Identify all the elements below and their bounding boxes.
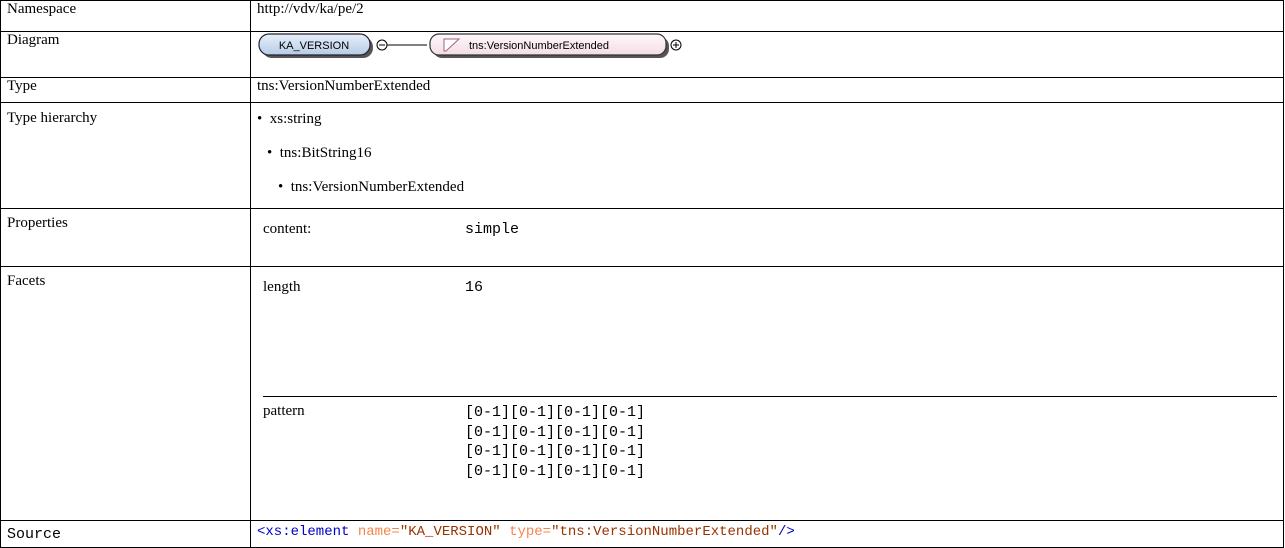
source-attr-value: "KA_VERSION" (399, 524, 501, 540)
source-close-tag: /> (777, 524, 795, 540)
hierarchy-item-0: xs:string (269, 111, 322, 127)
pattern-line: [0-1][0-1][0-1][0-1] (465, 462, 646, 480)
type-row: Type tns:VersionNumberExtended (0, 77, 1284, 103)
facets-table: length 16 pattern [0-1][0-1][0-1][0-1] [… (263, 279, 1277, 520)
type-label: Type (0, 77, 251, 103)
pattern-line: [0-1][0-1][0-1][0-1] (465, 404, 646, 421)
facets-label: Facets (0, 266, 251, 521)
hierarchy-item: • xs:string (257, 111, 322, 127)
properties-cell: content: simple (250, 208, 1284, 267)
facet-value: 16 (465, 279, 1277, 397)
source-label: Source (0, 520, 251, 548)
source-row: Source <xs:element name="KA_VERSION" typ… (0, 520, 1284, 548)
properties-row: Properties content: simple (0, 208, 1284, 267)
facet-row-length: length 16 (263, 279, 1277, 397)
namespace-label: Namespace (0, 0, 251, 32)
element-node-label: KA_VERSION (279, 40, 349, 52)
property-key: content: (263, 221, 312, 237)
facet-row-pattern: pattern [0-1][0-1][0-1][0-1] [0-1][0-1][… (263, 397, 1277, 521)
diagram-label: Diagram (0, 31, 251, 78)
source-type-value: "tns:VersionNumberExtended" (551, 524, 778, 540)
source-open-tag: <xs:element (257, 524, 350, 540)
hierarchy-item: • tns:VersionNumberExtended (278, 179, 465, 195)
properties-label: Properties (0, 208, 251, 267)
diagram-graphic: KA_VERSION tns:VersionNumberExtended (258, 33, 682, 58)
facet-pattern-value: [0-1][0-1][0-1][0-1] [0-1][0-1][0-1][0-1… (465, 397, 1277, 521)
schema-diagram: KA_VERSION tns:VersionNumberExtended (257, 32, 1283, 62)
diagram-row: Diagram KA_VERSION tns:VersionNumberExte… (0, 31, 1284, 78)
hierarchy-row: Type hierarchy • xs:string • tns:BitStri… (0, 102, 1284, 209)
schema-doc-table: Namespace http://vdv/ka/pe/2 Diagram KA_… (0, 0, 1284, 548)
source-attr-type: type= (509, 524, 552, 540)
type-node-label: tns:VersionNumberExtended (469, 40, 609, 52)
namespace-value: http://vdv/ka/pe/2 (250, 0, 1284, 32)
source-code: <xs:element name="KA_VERSION" type="tns:… (250, 520, 1284, 548)
pattern-line: [0-1][0-1][0-1][0-1] (465, 443, 646, 460)
properties-table: content: simple (263, 221, 1277, 266)
hierarchy-label: Type hierarchy (0, 102, 251, 209)
facets-cell: length 16 pattern [0-1][0-1][0-1][0-1] [… (250, 266, 1284, 521)
diagram-cell: KA_VERSION tns:VersionNumberExtended (250, 31, 1284, 78)
source-attr-name: name= (357, 524, 400, 540)
namespace-row: Namespace http://vdv/ka/pe/2 (0, 0, 1284, 32)
hierarchy-cell: • xs:string • tns:BitString16 • tns:Vers… (250, 102, 1284, 209)
facet-name: pattern (263, 403, 305, 419)
type-value: tns:VersionNumberExtended (250, 77, 1284, 103)
hierarchy-item-2: tns:VersionNumberExtended (290, 179, 465, 195)
property-value: simple (465, 221, 520, 238)
hierarchy-item: • tns:BitString16 (267, 145, 372, 161)
facets-row: Facets length 16 pattern [0-1][0-1][0-1]… (0, 266, 1284, 521)
pattern-line: [0-1][0-1][0-1][0-1] (465, 423, 646, 441)
hierarchy-item-1: tns:BitString16 (279, 145, 372, 161)
facet-name: length (263, 279, 465, 397)
